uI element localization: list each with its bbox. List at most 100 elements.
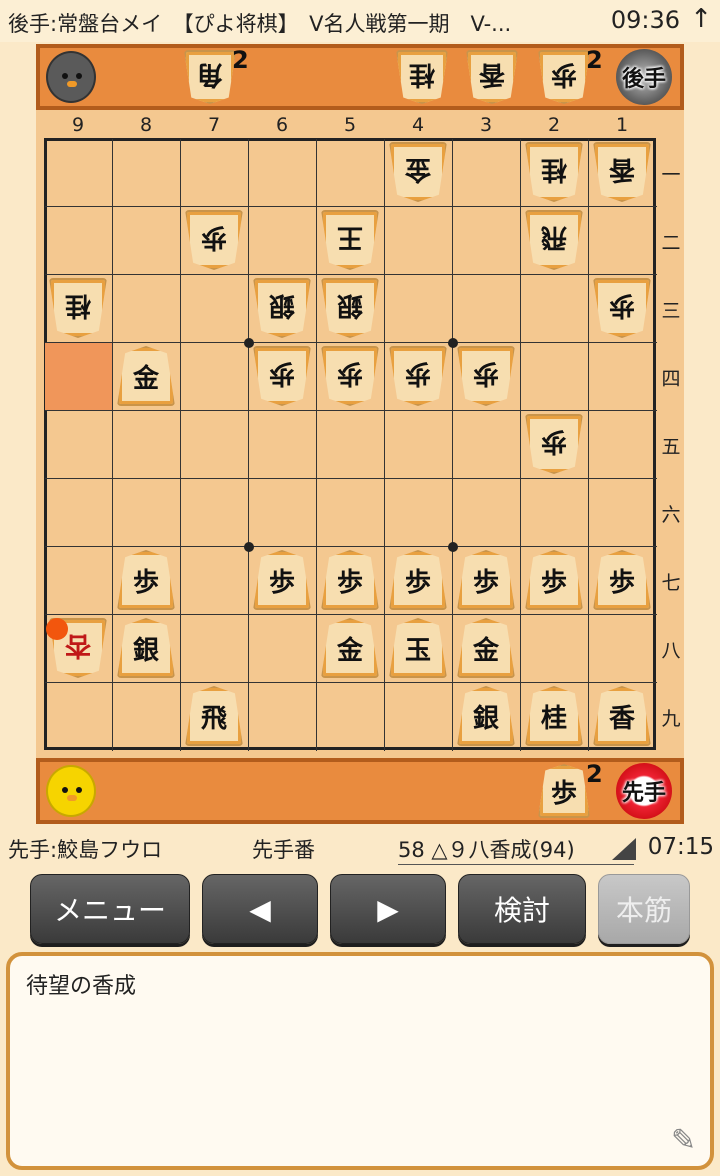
piece-label: 歩	[551, 59, 578, 90]
board-square[interactable]	[385, 275, 453, 343]
rank-number: 四	[661, 368, 681, 390]
board-square[interactable]	[181, 479, 249, 547]
comment-box[interactable]: 待望の香成 ✎	[6, 952, 714, 1170]
board-square[interactable]	[249, 683, 317, 751]
gote-piece[interactable]: 銀	[253, 278, 311, 338]
board-square[interactable]	[317, 683, 385, 751]
board-square[interactable]	[45, 207, 113, 275]
board-square[interactable]	[521, 479, 589, 547]
board-square[interactable]	[113, 275, 181, 343]
board-square[interactable]	[521, 275, 589, 343]
board-square[interactable]	[453, 275, 521, 343]
sente-piece[interactable]: 歩	[593, 550, 651, 610]
board-square[interactable]	[181, 275, 249, 343]
board-square[interactable]	[521, 343, 589, 411]
pencil-icon[interactable]: ✎	[671, 1123, 696, 1158]
board-square[interactable]	[45, 343, 113, 411]
hand-piece[interactable]: 歩	[538, 764, 590, 818]
hand-piece[interactable]: 香	[466, 50, 518, 104]
board-square[interactable]	[521, 615, 589, 683]
board-square[interactable]	[249, 479, 317, 547]
board-square[interactable]	[589, 207, 657, 275]
board-square[interactable]	[181, 343, 249, 411]
gote-piece[interactable]: 金	[389, 142, 447, 202]
up-arrow-icon[interactable]: ↑	[690, 4, 712, 34]
board-square[interactable]	[385, 683, 453, 751]
board-square[interactable]	[249, 139, 317, 207]
sente-piece[interactable]: 歩	[253, 550, 311, 610]
board-square[interactable]	[249, 615, 317, 683]
sente-piece[interactable]: 銀	[457, 686, 515, 746]
board-square[interactable]	[317, 479, 385, 547]
board-square[interactable]	[453, 479, 521, 547]
board-square[interactable]	[113, 479, 181, 547]
board-square[interactable]	[113, 411, 181, 479]
gote-piece[interactable]: 歩	[321, 346, 379, 406]
hand-piece[interactable]: 角	[184, 50, 236, 104]
board-square[interactable]	[589, 615, 657, 683]
board-square[interactable]	[453, 139, 521, 207]
board-square[interactable]	[45, 411, 113, 479]
sente-piece[interactable]: 歩	[457, 550, 515, 610]
prev-move-button[interactable]: ◀	[202, 874, 318, 944]
sente-piece[interactable]: 香	[593, 686, 651, 746]
menu-button[interactable]: メニュー	[30, 874, 190, 944]
board-square[interactable]	[589, 411, 657, 479]
board-square[interactable]	[113, 139, 181, 207]
gote-piece[interactable]: 王	[321, 210, 379, 270]
gote-piece[interactable]: 香	[593, 142, 651, 202]
dropdown-triangle-icon[interactable]	[612, 838, 636, 860]
gote-piece[interactable]: 飛	[525, 210, 583, 270]
gote-piece[interactable]: 歩	[457, 346, 515, 406]
sente-piece[interactable]: 歩	[389, 550, 447, 610]
gote-piece[interactable]: 桂	[49, 278, 107, 338]
gote-piece[interactable]: 歩	[253, 346, 311, 406]
board-square[interactable]	[385, 411, 453, 479]
hand-piece[interactable]: 桂	[396, 50, 448, 104]
board-square[interactable]	[589, 479, 657, 547]
sente-piece[interactable]: 桂	[525, 686, 583, 746]
board-square[interactable]	[181, 547, 249, 615]
sente-piece[interactable]: 歩	[321, 550, 379, 610]
gote-piece[interactable]: 歩	[185, 210, 243, 270]
board-square[interactable]	[589, 343, 657, 411]
sente-piece[interactable]: 銀	[117, 618, 175, 678]
piece-label: 金	[132, 363, 159, 394]
sente-piece[interactable]: 金	[321, 618, 379, 678]
sente-piece[interactable]: 歩	[117, 550, 175, 610]
gote-piece[interactable]: 歩	[389, 346, 447, 406]
gote-piece[interactable]: 歩	[593, 278, 651, 338]
board-square[interactable]	[317, 411, 385, 479]
board-square[interactable]	[453, 411, 521, 479]
sente-piece[interactable]: 玉	[389, 618, 447, 678]
gote-piece[interactable]: 歩	[525, 414, 583, 474]
piece-label: 角	[197, 59, 224, 90]
board-square[interactable]	[45, 479, 113, 547]
board-square[interactable]	[181, 411, 249, 479]
next-move-button[interactable]: ▶	[330, 874, 446, 944]
board-square[interactable]	[317, 139, 385, 207]
sente-piece[interactable]: 金	[117, 346, 175, 406]
board-square[interactable]	[249, 207, 317, 275]
sente-piece[interactable]: 歩	[525, 550, 583, 610]
board-square[interactable]	[385, 479, 453, 547]
board-square[interactable]	[385, 207, 453, 275]
board-square[interactable]	[181, 615, 249, 683]
sente-piece[interactable]: 金	[457, 618, 515, 678]
board-square[interactable]	[453, 207, 521, 275]
board-square[interactable]	[45, 139, 113, 207]
sente-piece[interactable]: 飛	[185, 686, 243, 746]
board-square[interactable]	[45, 547, 113, 615]
sente-badge: 先手	[616, 763, 672, 819]
gote-piece[interactable]: 銀	[321, 278, 379, 338]
board-square[interactable]	[249, 411, 317, 479]
study-button[interactable]: 検討	[458, 874, 586, 944]
gote-piece[interactable]: 桂	[525, 142, 583, 202]
hand-piece[interactable]: 歩	[538, 50, 590, 104]
board-square[interactable]	[113, 207, 181, 275]
board-square[interactable]	[113, 683, 181, 751]
board-square[interactable]	[45, 683, 113, 751]
piece-label: 香	[479, 59, 506, 90]
move-selector[interactable]: 58 △９八香成(94)	[398, 834, 634, 865]
board-square[interactable]	[181, 139, 249, 207]
